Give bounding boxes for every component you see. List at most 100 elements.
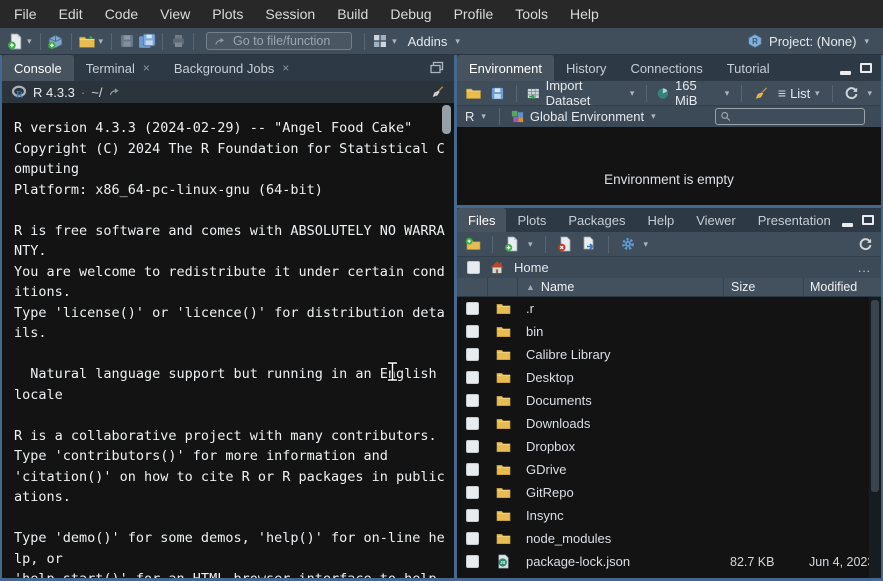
row-checkbox[interactable] [466, 302, 479, 315]
table-row[interactable]: JS Calibre Library [457, 343, 881, 366]
files-pane-tab[interactable]: Viewer [685, 208, 747, 232]
goto-file-search[interactable] [206, 32, 352, 50]
name-column-header[interactable]: ▲ Name [518, 278, 723, 296]
import-dataset-button[interactable]: Import Dataset [526, 82, 624, 104]
panes-layout-button[interactable] [370, 30, 390, 52]
row-checkbox[interactable] [466, 555, 479, 568]
menu-item[interactable]: Debug [379, 0, 442, 28]
print-button[interactable] [168, 30, 188, 52]
table-row[interactable]: JS GDrive [457, 458, 881, 481]
working-directory-label[interactable]: ~/ [91, 85, 102, 100]
file-name[interactable]: Insync [518, 508, 723, 523]
environment-search-input[interactable] [736, 110, 860, 124]
table-row[interactable]: JS bin [457, 320, 881, 343]
table-row[interactable]: JS node_modules [457, 527, 881, 550]
goto-file-input[interactable] [233, 34, 344, 48]
breadcrumb-location[interactable]: Home [514, 260, 549, 275]
modified-column-header[interactable]: Modified [803, 278, 881, 296]
minimize-pane-icon[interactable] [842, 223, 853, 227]
refresh-files-button[interactable] [855, 233, 875, 255]
clear-console-broom-icon[interactable] [430, 85, 445, 99]
menu-item[interactable]: File [3, 0, 48, 28]
files-scrollbar-thumb[interactable] [871, 300, 879, 492]
new-project-button[interactable] [46, 30, 66, 52]
environment-pane-tab[interactable]: Tutorial [715, 55, 782, 81]
menu-item[interactable]: Edit [48, 0, 94, 28]
menu-item[interactable]: Build [326, 0, 379, 28]
menu-item[interactable]: View [149, 0, 201, 28]
save-all-button[interactable] [137, 30, 157, 52]
delete-file-button[interactable] [555, 233, 575, 255]
files-scrollbar[interactable] [869, 297, 881, 578]
menu-item[interactable]: Session [254, 0, 326, 28]
file-name[interactable]: Desktop [518, 370, 723, 385]
file-name[interactable]: GitRepo [518, 485, 723, 500]
close-icon[interactable]: × [282, 61, 289, 75]
file-name[interactable]: .r [518, 301, 723, 316]
r-version-label[interactable]: R 4.3.3 [33, 85, 75, 100]
row-checkbox[interactable] [466, 486, 479, 499]
row-checkbox[interactable] [466, 371, 479, 384]
console-pane-tab[interactable]: Background Jobs × [162, 55, 301, 81]
files-pane-tab[interactable]: Packages [557, 208, 636, 232]
table-row[interactable]: JS Downloads [457, 412, 881, 435]
row-checkbox[interactable] [466, 532, 479, 545]
breadcrumb-more-button[interactable]: ... [858, 261, 871, 275]
console-pane-tab[interactable]: Terminal × [74, 55, 162, 81]
chevron-down-icon[interactable]: ▾ [392, 36, 397, 47]
row-checkbox[interactable] [466, 394, 479, 407]
row-checkbox[interactable] [466, 509, 479, 522]
chevron-down-icon[interactable]: ▾ [99, 36, 104, 47]
more-file-commands-button[interactable] [618, 233, 638, 255]
show-panes-icon[interactable] [429, 61, 445, 76]
display-mode-button[interactable]: ≡ List [779, 82, 809, 104]
size-column-header[interactable]: Size [723, 278, 803, 296]
table-row[interactable]: JS package-lock.json 82.7 KB Jun 4, 2023 [457, 550, 881, 573]
new-file-button[interactable] [5, 30, 25, 52]
select-all-checkbox[interactable] [467, 261, 480, 274]
file-name[interactable]: Documents [518, 393, 723, 408]
maximize-pane-icon[interactable] [862, 215, 874, 225]
home-icon[interactable] [489, 260, 505, 275]
console-output[interactable]: R version 4.3.3 (2024-02-29) -- "Angel F… [2, 103, 454, 578]
files-pane-tab[interactable]: Help [636, 208, 685, 232]
files-pane-tab[interactable]: Plots [506, 208, 557, 232]
table-row[interactable]: JS Insync [457, 504, 881, 527]
console-scrollbar[interactable] [442, 105, 451, 134]
row-checkbox[interactable] [466, 417, 479, 430]
clear-environment-button[interactable] [751, 82, 771, 104]
maximize-pane-icon[interactable] [860, 63, 872, 73]
menu-item[interactable]: Code [94, 0, 149, 28]
row-checkbox[interactable] [466, 440, 479, 453]
chevron-down-icon[interactable]: ▾ [27, 36, 32, 47]
new-blank-file-button[interactable] [502, 233, 522, 255]
menu-item[interactable]: Profile [443, 0, 505, 28]
table-row[interactable]: JS .r [457, 297, 881, 320]
console-pane-tab[interactable]: Console × [2, 55, 74, 81]
addins-button[interactable]: Addins ▾ [408, 34, 463, 49]
file-name[interactable]: Dropbox [518, 439, 723, 454]
table-row[interactable]: JS GitRepo [457, 481, 881, 504]
file-name[interactable]: Calibre Library [518, 347, 723, 362]
environment-pane-tab[interactable]: Environment [457, 55, 554, 81]
table-row[interactable]: JS Desktop [457, 366, 881, 389]
file-name[interactable]: Downloads [518, 416, 723, 431]
file-name[interactable]: package-lock.json [518, 554, 723, 569]
row-checkbox[interactable] [466, 325, 479, 338]
new-folder-button[interactable] [463, 233, 483, 255]
file-name[interactable]: node_modules [518, 531, 723, 546]
file-name[interactable]: GDrive [518, 462, 723, 477]
save-workspace-button[interactable] [487, 82, 507, 104]
menu-item[interactable]: Help [559, 0, 610, 28]
row-checkbox[interactable] [466, 348, 479, 361]
file-name[interactable]: bin [518, 324, 723, 339]
table-row[interactable]: JS Dropbox [457, 435, 881, 458]
files-pane-tab[interactable]: Files [457, 208, 506, 232]
minimize-pane-icon[interactable] [840, 71, 851, 75]
environment-search-box[interactable] [715, 108, 865, 125]
table-row[interactable]: JS Documents [457, 389, 881, 412]
project-menu-button[interactable]: R Project: (None) ▾ [747, 33, 872, 49]
language-selector[interactable]: R [465, 109, 474, 124]
menu-item[interactable]: Tools [504, 0, 559, 28]
files-pane-tab[interactable]: Presentation [747, 208, 842, 232]
